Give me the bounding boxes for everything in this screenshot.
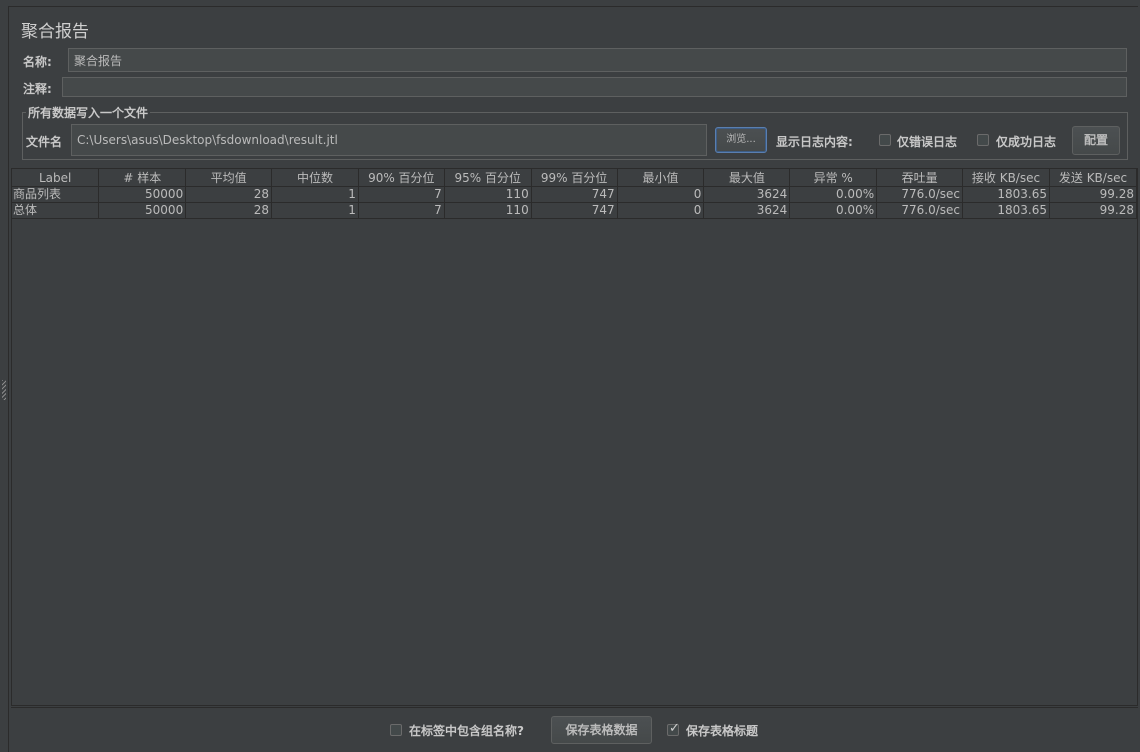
table-cell: 50000	[98, 202, 187, 219]
table-cell: 776.0/sec	[876, 186, 964, 203]
table-cell: 0	[617, 202, 705, 219]
splitter[interactable]	[0, 0, 8, 752]
success-only-checkbox[interactable]	[977, 134, 989, 146]
save-table-data-button[interactable]: 保存表格数据	[551, 716, 652, 744]
table-cell: 1	[271, 186, 359, 203]
table-cell: 50000	[98, 186, 187, 203]
file-label: 文件名	[26, 135, 63, 149]
file-group-title: 所有数据写入一个文件	[26, 104, 151, 121]
table-cell: 商品列表	[12, 186, 100, 203]
table-cell: 99.28	[1049, 202, 1138, 219]
browse-button[interactable]: 浏览...	[715, 127, 767, 153]
splitter-grip-icon[interactable]	[2, 380, 6, 400]
table-cell: 1803.65	[962, 186, 1050, 203]
table-cell: 28	[185, 202, 273, 219]
column-header[interactable]: 平均值	[185, 169, 273, 187]
table-cell: 110	[444, 186, 532, 203]
checkmark-icon: ✓	[669, 721, 680, 736]
table-cell: 7	[358, 186, 445, 203]
table-cell: 0.00%	[789, 202, 878, 219]
table-header-row: Label # 样本 平均值 中位数 90% 百分位 95% 百分位 99% 百…	[12, 169, 1138, 187]
table-cell: 747	[531, 186, 618, 203]
table-cell: 1803.65	[962, 202, 1050, 219]
column-header[interactable]: # 样本	[98, 169, 187, 187]
column-header[interactable]: 中位数	[271, 169, 359, 187]
table-cell: 0.00%	[789, 186, 878, 203]
column-header[interactable]: 接收 KB/sec	[962, 169, 1050, 187]
comment-label: 注释:	[23, 82, 52, 96]
results-table-area[interactable]: Label # 样本 平均值 中位数 90% 百分位 95% 百分位 99% 百…	[11, 168, 1138, 706]
table-cell: 28	[185, 186, 273, 203]
column-header[interactable]: 最大值	[703, 169, 791, 187]
table-cell: 776.0/sec	[876, 202, 964, 219]
table-cell: 1	[271, 202, 359, 219]
table-cell: 0	[617, 186, 705, 203]
column-header[interactable]: 发送 KB/sec	[1049, 169, 1138, 187]
table-cell: 99.28	[1049, 186, 1138, 203]
column-header[interactable]: 最小值	[617, 169, 705, 187]
name-field[interactable]: 聚合报告	[68, 48, 1127, 72]
column-header[interactable]: 吞吐量	[876, 169, 964, 187]
table-row[interactable]: 总体 50000 28 1 7 110 747 0 3624 0.00% 776…	[12, 202, 1138, 219]
table-row[interactable]: 商品列表 50000 28 1 7 110 747 0 3624 0.00% 7…	[12, 186, 1138, 203]
table-cell: 3624	[703, 202, 791, 219]
errors-only-label: 仅错误日志	[897, 135, 958, 149]
column-header[interactable]: Label	[12, 169, 100, 187]
column-header[interactable]: 异常 %	[789, 169, 878, 187]
table-cell: 110	[444, 202, 532, 219]
comment-field[interactable]	[62, 77, 1127, 97]
file-path-input[interactable]: C:\Users\asus\Desktop\fsdownload\result.…	[71, 124, 707, 156]
name-label: 名称:	[23, 55, 52, 69]
table-cell: 7	[358, 202, 445, 219]
column-header[interactable]: 95% 百分位	[444, 169, 532, 187]
include-group-checkbox[interactable]	[390, 724, 402, 736]
table-cell: 747	[531, 202, 618, 219]
column-header[interactable]: 99% 百分位	[531, 169, 618, 187]
errors-only-checkbox[interactable]	[879, 134, 891, 146]
configure-button[interactable]: 配置	[1072, 126, 1120, 155]
page-title: 聚合报告	[21, 22, 89, 42]
save-header-checkbox[interactable]: ✓	[667, 721, 680, 736]
table-cell: 3624	[703, 186, 791, 203]
include-group-label: 在标签中包含组名称?	[409, 724, 524, 738]
save-header-label: 保存表格标题	[686, 724, 759, 738]
success-only-label: 仅成功日志	[996, 135, 1057, 149]
results-table: Label # 样本 平均值 中位数 90% 百分位 95% 百分位 99% 百…	[12, 169, 1138, 219]
table-cell: 总体	[12, 202, 100, 219]
column-header[interactable]: 90% 百分位	[358, 169, 445, 187]
log-content-label: 显示日志内容:	[776, 135, 853, 149]
